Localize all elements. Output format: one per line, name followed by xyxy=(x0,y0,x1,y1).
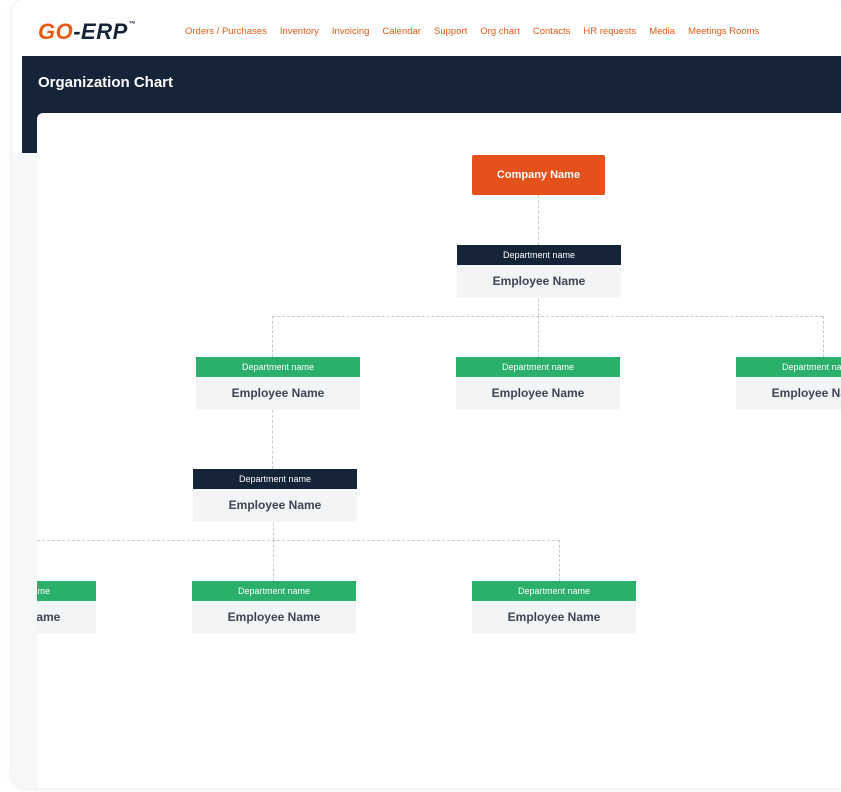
connector-level4-horizontal xyxy=(37,540,560,541)
connector-to-level2-left xyxy=(272,316,273,357)
department-label: Department name xyxy=(457,245,621,265)
org-node-level4-left[interactable]: Department name Employee Name xyxy=(37,581,96,634)
department-label: Department name xyxy=(37,581,96,601)
employee-name: Employee Name xyxy=(196,377,360,410)
nav-media[interactable]: Media xyxy=(649,26,675,37)
employee-name: Employee Name xyxy=(37,601,96,634)
employee-name: Employee Name xyxy=(457,265,621,298)
go-erp-logo[interactable]: GO-ERP™ xyxy=(38,19,136,45)
nav-contacts[interactable]: Contacts xyxy=(533,26,571,37)
connector-level3-down xyxy=(273,523,274,540)
department-label: Department name xyxy=(192,581,356,601)
nav-org-chart[interactable]: Org chart xyxy=(480,26,520,37)
org-node-level2-center[interactable]: Department name Employee Name xyxy=(456,357,620,410)
nav-support[interactable]: Support xyxy=(434,26,467,37)
nav-meetings-rooms[interactable]: Meetings Rooms xyxy=(688,26,759,37)
nav-calendar[interactable]: Calendar xyxy=(382,26,421,37)
connector-to-level2-right xyxy=(823,316,824,357)
department-label: Department name xyxy=(456,357,620,377)
connector-level1-down xyxy=(538,299,539,316)
org-node-level4-right[interactable]: Department name Employee Name xyxy=(472,581,636,634)
department-label: Department name xyxy=(736,357,841,377)
org-node-level4-center[interactable]: Department name Employee Name xyxy=(192,581,356,634)
connector-company-to-level1 xyxy=(538,195,539,245)
org-chart-canvas[interactable]: Company Name Department name Employee Na… xyxy=(37,113,841,788)
employee-name: Employee Name xyxy=(192,601,356,634)
nav-invoicing[interactable]: Invoicing xyxy=(332,26,370,37)
page-title: Organization Chart xyxy=(38,74,174,91)
connector-level2-to-level3 xyxy=(272,410,273,469)
employee-name: Employee Name xyxy=(193,489,357,522)
top-navbar: GO-ERP™ Orders / Purchases Inventory Inv… xyxy=(12,0,841,56)
app-window: GO-ERP™ Orders / Purchases Inventory Inv… xyxy=(12,0,841,788)
left-gutter xyxy=(12,153,37,788)
department-label: Department name xyxy=(196,357,360,377)
department-label: Department name xyxy=(193,469,357,489)
employee-name: Employee Name xyxy=(736,377,841,410)
main-nav: Orders / Purchases Inventory Invoicing C… xyxy=(185,26,759,37)
logo-trademark: ™ xyxy=(128,21,137,28)
org-node-level3[interactable]: Department name Employee Name xyxy=(193,469,357,522)
connector-level2-horizontal xyxy=(272,316,823,317)
connector-to-level2-center xyxy=(538,316,539,357)
logo-prefix: GO xyxy=(38,19,74,44)
connector-to-level4-center xyxy=(273,540,274,581)
employee-name: Employee Name xyxy=(472,601,636,634)
connector-to-level4-right xyxy=(559,540,560,581)
department-label: Department name xyxy=(472,581,636,601)
org-node-level2-right[interactable]: Department name Employee Name xyxy=(736,357,841,410)
org-node-level2-left[interactable]: Department name Employee Name xyxy=(196,357,360,410)
nav-orders-purchases[interactable]: Orders / Purchases xyxy=(185,26,267,37)
logo-suffix: -ERP xyxy=(73,19,128,44)
nav-inventory[interactable]: Inventory xyxy=(280,26,319,37)
company-node[interactable]: Company Name xyxy=(472,155,605,195)
nav-hr-requests[interactable]: HR requests xyxy=(583,26,636,37)
org-node-level1[interactable]: Department name Employee Name xyxy=(457,245,621,298)
employee-name: Employee Name xyxy=(456,377,620,410)
